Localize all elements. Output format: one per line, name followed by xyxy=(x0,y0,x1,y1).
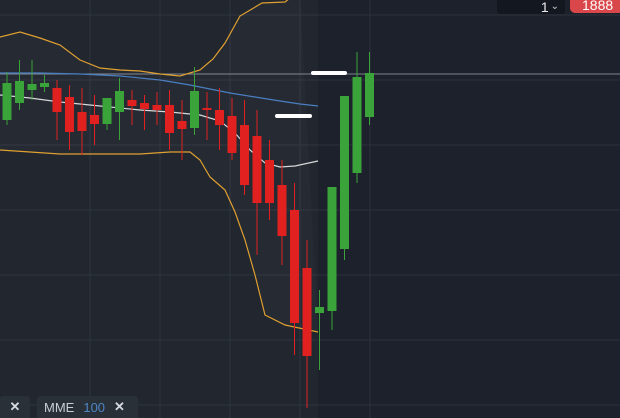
candle-body xyxy=(315,307,324,313)
candle-body xyxy=(27,84,37,90)
price-chart[interactable] xyxy=(0,0,620,418)
indicator-name: MME xyxy=(44,399,75,415)
candle-body xyxy=(177,121,187,129)
candle-body xyxy=(140,103,149,109)
price-tag: 1888 xyxy=(570,0,620,13)
candle-body xyxy=(127,100,137,106)
indicator-period: 100 xyxy=(83,399,106,415)
candle-body xyxy=(90,115,99,124)
candle-body xyxy=(290,210,299,323)
candle-body xyxy=(190,91,199,128)
candle-body xyxy=(252,136,262,203)
candle-body xyxy=(40,83,49,87)
indicator-legend-mme: MME 100 ✕ xyxy=(37,396,138,418)
candle-body xyxy=(227,116,237,153)
candle-body xyxy=(115,91,124,112)
candle-body xyxy=(102,98,112,124)
quantity-value: 1 xyxy=(540,0,549,15)
candle-body xyxy=(165,105,174,133)
candle-body xyxy=(77,112,87,131)
quantity-selector[interactable]: 1 ⌄ xyxy=(497,0,565,14)
candle-body xyxy=(52,88,62,112)
chevron-down-icon: ⌄ xyxy=(550,1,559,12)
candle-body xyxy=(2,83,12,120)
candle-body xyxy=(202,108,212,110)
candle-body xyxy=(340,96,349,249)
candle-body xyxy=(327,187,337,311)
candle-body xyxy=(15,81,24,103)
indicator-legend-item: ✕ xyxy=(0,396,30,418)
close-icon[interactable]: ✕ xyxy=(10,399,21,415)
close-icon[interactable]: ✕ xyxy=(114,399,125,415)
candle-body xyxy=(240,125,249,185)
candle-body xyxy=(277,185,287,236)
candle-body xyxy=(365,73,374,117)
candle-body xyxy=(352,77,362,173)
candle-body xyxy=(302,268,312,356)
candle-body xyxy=(265,160,274,203)
candle-body xyxy=(152,105,162,110)
candle-body xyxy=(215,110,224,125)
candle-body xyxy=(65,97,74,132)
